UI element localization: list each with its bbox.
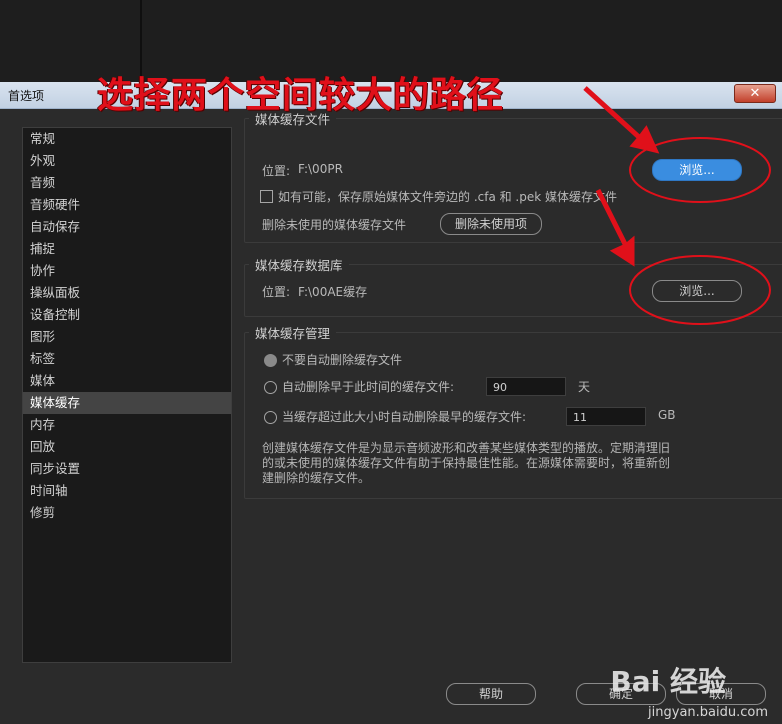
sidebar-item[interactable]: 媒体: [23, 370, 231, 392]
cache-files-browse-button[interactable]: 浏览...: [652, 159, 742, 181]
media-cache-management-heading: 媒体缓存管理: [255, 326, 331, 341]
delete-older-radio[interactable]: [264, 381, 277, 394]
delete-older-label: 自动删除早于此时间的缓存文件:: [282, 380, 455, 394]
dialog-body: 常规 外观 音频 音频硬件 自动保存 捕捉 协作 操纵面板 设备控制 图形 标签 媒体 媒体缓存 内存 回放…: [0, 109, 782, 724]
sidebar-item[interactable]: 自动保存: [23, 216, 231, 238]
sidebar-item[interactable]: 内存: [23, 414, 231, 436]
cache-files-location-label: 位置:: [262, 164, 291, 178]
sidebar-item[interactable]: 回放: [23, 436, 231, 458]
no-auto-delete-radio[interactable]: [264, 354, 277, 367]
sidebar-item[interactable]: 标签: [23, 348, 231, 370]
sidebar-item[interactable]: 设备控制: [23, 304, 231, 326]
days-unit: 天: [578, 380, 591, 394]
delete-over-size-radio[interactable]: [264, 411, 277, 424]
help-button[interactable]: 帮助: [446, 683, 536, 705]
save-beside-originals-checkbox[interactable]: [260, 190, 273, 203]
cache-db-location-value: F:\00AE缓存: [298, 285, 368, 299]
delete-over-size-label: 当缓存超过此大小时自动删除最早的缓存文件:: [282, 410, 527, 424]
preferences-dialog: 首选项 ✕ 常规 外观 音频 音频硬件 自动保存 捕捉 协作 操纵面板 设备控制 图形 标签 媒体 媒体…: [0, 82, 782, 724]
cache-db-browse-button[interactable]: 浏览...: [652, 280, 742, 302]
annotation-caption: 选择两个空间较大的路径: [97, 75, 505, 116]
delete-unused-label: 删除未使用的媒体缓存文件: [262, 218, 407, 232]
sidebar-item[interactable]: 外观: [23, 150, 231, 172]
watermark-logo-text: Bai 经验: [610, 665, 726, 698]
sidebar-item[interactable]: 媒体缓存: [23, 392, 231, 414]
sidebar-item[interactable]: 音频: [23, 172, 231, 194]
sidebar-item[interactable]: 捕捉: [23, 238, 231, 260]
size-input[interactable]: 11: [566, 407, 646, 426]
sidebar-item[interactable]: 修剪: [23, 502, 231, 524]
sidebar-item[interactable]: 协作: [23, 260, 231, 282]
save-beside-originals-label: 如有可能，保存原始媒体文件旁边的 .cfa 和 .pek 媒体缓存文件: [278, 190, 618, 204]
watermark-url: jingyan.baidu.com: [648, 705, 768, 720]
size-unit: GB: [658, 408, 676, 422]
close-icon: ✕: [749, 86, 761, 101]
delete-unused-button[interactable]: 删除未使用项: [440, 213, 542, 235]
category-list: 常规 外观 音频 音频硬件 自动保存 捕捉 协作 操纵面板 设备控制 图形 标签 媒体 媒体缓存 内存 回放…: [22, 127, 232, 663]
no-auto-delete-label: 不要自动删除缓存文件: [282, 353, 403, 367]
media-cache-database-heading: 媒体缓存数据库: [255, 258, 343, 273]
sidebar-item[interactable]: 常规: [23, 128, 231, 150]
sidebar-item[interactable]: 同步设置: [23, 458, 231, 480]
window-title: 首选项: [8, 89, 45, 103]
close-button[interactable]: ✕: [734, 84, 776, 103]
days-input[interactable]: 90: [486, 377, 566, 396]
sidebar-item[interactable]: 操纵面板: [23, 282, 231, 304]
sidebar-item[interactable]: 图形: [23, 326, 231, 348]
sidebar-item[interactable]: 音频硬件: [23, 194, 231, 216]
sidebar-item[interactable]: 时间轴: [23, 480, 231, 502]
cache-description: 创建媒体缓存文件是为显示音频波形和改善某些媒体类型的播放。定期清理旧的或未使用的…: [262, 441, 671, 485]
cache-db-location-label: 位置:: [262, 285, 291, 299]
cache-files-location-value: F:\00PR: [298, 162, 343, 176]
